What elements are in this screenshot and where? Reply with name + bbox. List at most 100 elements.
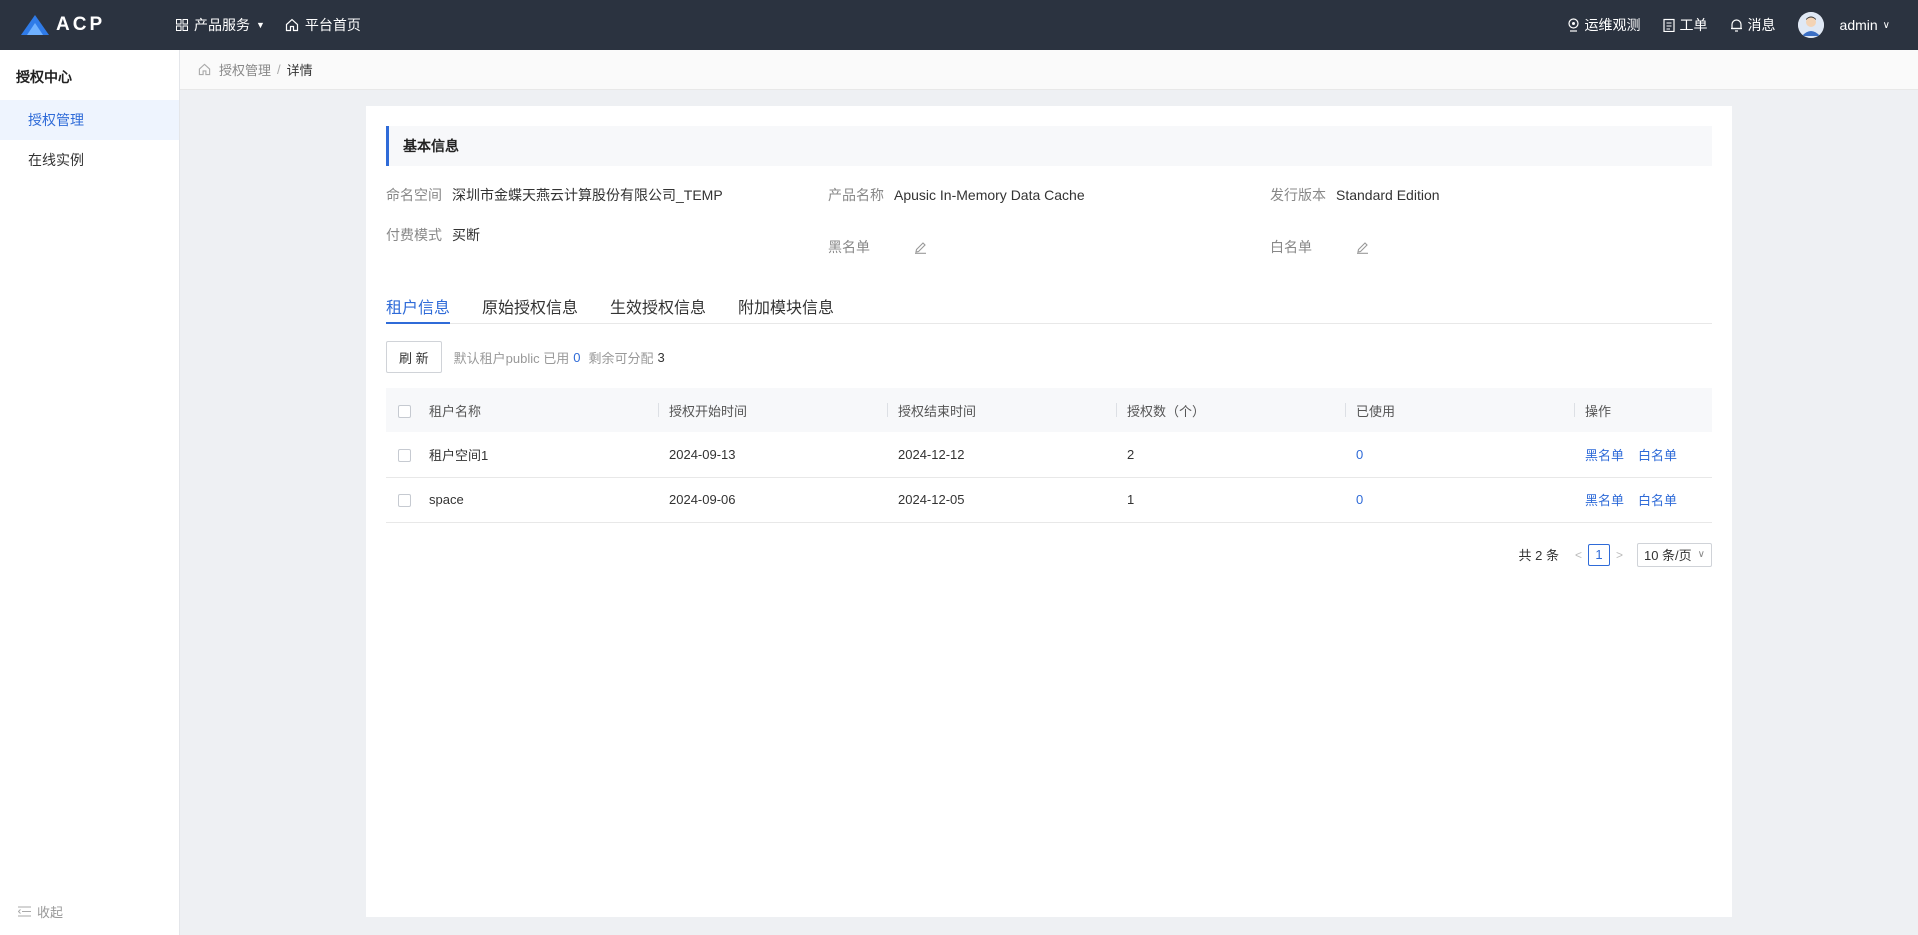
whitelist-link[interactable]: 白名单: [1638, 493, 1677, 508]
breadcrumb-separator: /: [277, 62, 281, 77]
tab-original-license[interactable]: 原始授权信息: [482, 284, 578, 323]
header-actions: 操作: [1574, 388, 1712, 432]
cell-tenant-name: space: [429, 492, 464, 507]
sidebar-item-online-instances[interactable]: 在线实例: [0, 140, 179, 180]
tenant-toolbar: 刷 新 默认租户public 已用 0 剩余可分配 3: [386, 341, 1712, 373]
nav-platform-home-label: 平台首页: [304, 17, 361, 33]
row-checkbox[interactable]: [398, 448, 411, 462]
table-header-row: 租户名称 授权开始时间 授权结束时间 授权数（个） 已使用 操作: [386, 388, 1712, 432]
sidebar: 授权中心 授权管理 在线实例 收起: [0, 50, 180, 935]
header-start-time: 授权开始时间: [658, 388, 887, 432]
tab-effective-license[interactable]: 生效授权信息: [610, 284, 706, 323]
header-used: 已使用: [1345, 388, 1574, 432]
billing-label: 付费模式: [386, 227, 442, 243]
header-tenant-name-label: 租户名称: [429, 403, 482, 419]
header-start-time-label: 授权开始时间: [669, 403, 748, 419]
prev-page-button[interactable]: <: [1575, 548, 1582, 562]
refresh-button[interactable]: 刷 新: [386, 341, 442, 373]
remaining-text: 剩余可分配: [588, 350, 654, 366]
billing-value: 买断: [452, 227, 480, 243]
message-link[interactable]: 消息: [1730, 15, 1776, 35]
pagination-total: 共 2 条: [1518, 548, 1559, 563]
nav-product-services[interactable]: 产品服务 ▼: [176, 15, 265, 35]
bell-icon: [1730, 19, 1742, 32]
cell-start-time: 2024-09-13: [669, 446, 736, 462]
whitelist-label: 白名单: [1270, 239, 1312, 255]
remaining-count: 3: [657, 349, 665, 365]
product-label: 产品名称: [828, 187, 884, 203]
page-size-value: 10 条/页: [1643, 548, 1692, 563]
cell-end-time: 2024-12-12: [898, 446, 965, 462]
page-1-button[interactable]: 1: [1587, 543, 1610, 566]
blacklist-edit-icon[interactable]: [914, 241, 927, 254]
blacklist-label: 黑名单: [828, 239, 870, 255]
sidebar-collapse-label: 收起: [37, 905, 64, 920]
tab-addon-modules[interactable]: 附加模块信息: [738, 284, 834, 323]
cell-license-count: 1: [1127, 492, 1135, 507]
header-license-count-label: 授权数（个）: [1127, 403, 1206, 419]
cell-actions: 黑名单 白名单: [1574, 432, 1712, 477]
row-checkbox[interactable]: [398, 494, 411, 508]
cell-actions: 黑名单 白名单: [1574, 477, 1712, 522]
row-checkbox-cell: [386, 432, 429, 477]
used-count-link[interactable]: 0: [1356, 447, 1363, 462]
select-all-checkbox[interactable]: [398, 404, 411, 418]
location-pin-icon: [1567, 18, 1579, 32]
header-checkbox-cell: [386, 388, 429, 432]
grid-icon: [176, 19, 188, 31]
default-tenant-text: 默认租户public 已用: [453, 350, 570, 366]
next-page-button[interactable]: >: [1616, 548, 1623, 562]
info-blacklist: 黑名单: [828, 216, 1270, 270]
page-size-select[interactable]: 10 条/页 ∨: [1636, 542, 1712, 567]
whitelist-edit-icon[interactable]: [1356, 241, 1369, 254]
collapse-menu-icon: [18, 906, 31, 917]
clipboard-icon: [1662, 18, 1675, 32]
monitor-link[interactable]: 运维观测: [1567, 15, 1641, 35]
cell-license-count: 2: [1127, 446, 1135, 462]
header-divider: [658, 403, 659, 417]
caret-down-icon: ▼: [256, 20, 265, 30]
table-row: 租户空间1 2024-09-13 2024-12-12 2 0 黑名单 白名单: [386, 432, 1712, 477]
chevron-down-icon: ∨: [1697, 549, 1705, 560]
table-row: space 2024-09-06 2024-12-05 1 0 黑名单 白名单: [386, 477, 1712, 522]
tenant-table: 租户名称 授权开始时间 授权结束时间 授权数（个） 已使用 操作 租户空间1 2…: [386, 388, 1712, 523]
breadcrumb-parent[interactable]: 授权管理: [219, 60, 271, 79]
header-license-count: 授权数（个）: [1116, 388, 1345, 432]
product-value: Apusic In-Memory Data Cache: [894, 187, 1085, 203]
section-title: 基本信息: [386, 126, 1712, 166]
blacklist-link[interactable]: 黑名单: [1585, 448, 1624, 463]
namespace-value: 深圳市金蝶天燕云计算股份有限公司_TEMP: [452, 187, 723, 203]
info-billing: 付费模式 买断: [386, 216, 828, 270]
logo-text: ACP: [56, 14, 106, 35]
top-bar: ACP 产品服务 ▼ 平台首页 运维观测 工单 消息 admin ∨: [0, 0, 1918, 50]
home-icon[interactable]: [198, 63, 211, 76]
breadcrumb-current: 详情: [286, 63, 313, 78]
acp-logo-icon: [21, 15, 49, 35]
basic-info-grid: 命名空间 深圳市金蝶天燕云计算股份有限公司_TEMP 产品名称 Apusic I…: [386, 174, 1712, 270]
ticket-link[interactable]: 工单: [1662, 15, 1708, 35]
message-label: 消息: [1747, 17, 1776, 33]
header-used-label: 已使用: [1356, 403, 1396, 419]
nav-product-services-label: 产品服务: [194, 17, 250, 33]
used-count-link[interactable]: 0: [1356, 492, 1363, 507]
info-whitelist: 白名单: [1270, 216, 1712, 270]
avatar[interactable]: [1797, 12, 1824, 38]
home-icon: [285, 18, 299, 32]
sidebar-item-license-management[interactable]: 授权管理: [0, 100, 179, 140]
header-tenant-name: 租户名称: [429, 388, 658, 432]
blacklist-link[interactable]: 黑名单: [1585, 493, 1624, 508]
edition-label: 发行版本: [1270, 187, 1326, 203]
header-end-time-label: 授权结束时间: [898, 403, 977, 419]
sidebar-collapse-button[interactable]: 收起: [18, 902, 63, 921]
breadcrumb: 授权管理 / 详情: [180, 50, 1918, 90]
whitelist-link[interactable]: 白名单: [1638, 448, 1677, 463]
cell-start-time: 2024-09-06: [669, 492, 736, 507]
nav-platform-home[interactable]: 平台首页: [285, 15, 361, 35]
cell-end-time: 2024-12-05: [898, 492, 965, 507]
tab-tenant-info[interactable]: 租户信息: [386, 284, 451, 324]
user-menu[interactable]: admin ∨: [1840, 17, 1890, 33]
cell-used: 0: [1345, 477, 1574, 522]
monitor-label: 运维观测: [1584, 17, 1641, 33]
detail-card: 基本信息 命名空间 深圳市金蝶天燕云计算股份有限公司_TEMP 产品名称 Apu…: [366, 106, 1732, 917]
logo[interactable]: ACP: [20, 14, 156, 36]
